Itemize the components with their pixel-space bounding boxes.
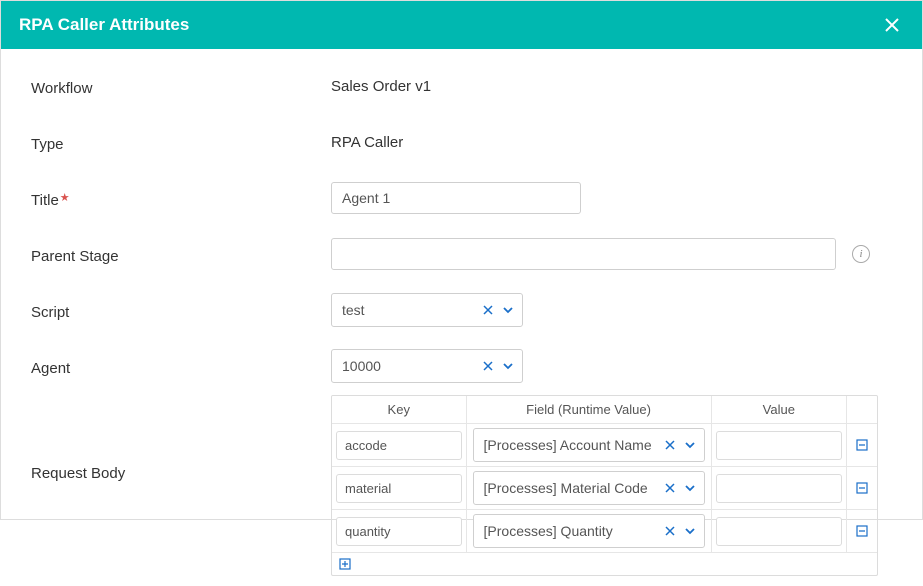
clear-icon <box>483 361 493 371</box>
row-workflow: Workflow Sales Order v1 <box>31 69 892 103</box>
col-field: Field (Runtime Value) <box>467 396 712 423</box>
clear-icon <box>483 305 493 315</box>
info-icon[interactable]: i <box>852 245 870 263</box>
label-script: Script <box>31 300 331 321</box>
field-clear-button[interactable] <box>662 480 678 496</box>
field-combobox[interactable]: [Processes] Material Code <box>473 471 705 505</box>
table-row: [Processes] Quantity <box>332 510 877 553</box>
col-value: Value <box>712 396 848 423</box>
label-title-text: Title <box>31 192 59 209</box>
table-row: [Processes] Material Code <box>332 467 877 510</box>
field-dropdown-button[interactable] <box>682 523 698 539</box>
field-dropdown-button[interactable] <box>682 480 698 496</box>
key-input[interactable] <box>336 431 462 460</box>
minus-box-icon <box>856 525 868 537</box>
label-title: Title★ <box>31 188 331 209</box>
row-title: Title★ <box>31 181 892 215</box>
field-value: [Processes] Material Code <box>484 480 658 496</box>
chevron-down-icon <box>684 439 696 451</box>
remove-row-button[interactable] <box>856 439 868 451</box>
value-type: RPA Caller <box>331 134 403 151</box>
field-value: [Processes] Quantity <box>484 523 658 539</box>
key-input[interactable] <box>336 474 462 503</box>
row-agent: Agent 10000 <box>31 349 892 383</box>
close-button[interactable] <box>880 13 904 37</box>
field-combobox[interactable]: [Processes] Quantity <box>473 514 705 548</box>
add-row-button[interactable] <box>338 557 352 571</box>
label-parent-stage: Parent Stage <box>31 244 331 265</box>
value-input[interactable] <box>716 474 843 503</box>
title-input[interactable] <box>331 182 581 214</box>
value-input[interactable] <box>716 517 843 546</box>
value-input[interactable] <box>716 431 843 460</box>
table-row: [Processes] Account Name <box>332 424 877 467</box>
agent-combobox[interactable]: 10000 <box>331 349 523 383</box>
col-action <box>847 396 877 423</box>
table-header: Key Field (Runtime Value) Value <box>332 396 877 424</box>
agent-value: 10000 <box>342 358 476 374</box>
chevron-down-icon <box>684 482 696 494</box>
row-type: Type RPA Caller <box>31 125 892 159</box>
clear-icon <box>665 440 675 450</box>
row-parent-stage: Parent Stage i <box>31 237 892 271</box>
script-value: test <box>342 302 476 318</box>
required-star-icon: ★ <box>60 192 70 204</box>
parent-stage-input[interactable] <box>331 238 836 270</box>
chevron-down-icon <box>684 525 696 537</box>
field-combobox[interactable]: [Processes] Account Name <box>473 428 705 462</box>
label-request-body: Request Body <box>31 395 331 482</box>
field-clear-button[interactable] <box>662 523 678 539</box>
label-agent: Agent <box>31 356 331 377</box>
field-dropdown-button[interactable] <box>682 437 698 453</box>
script-clear-button[interactable] <box>480 302 496 318</box>
row-script: Script test <box>31 293 892 327</box>
dialog-title: RPA Caller Attributes <box>19 15 189 35</box>
script-dropdown-button[interactable] <box>500 302 516 318</box>
key-input[interactable] <box>336 517 462 546</box>
clear-icon <box>665 526 675 536</box>
row-request-body: Request Body Key Field (Runtime Value) V… <box>31 395 892 576</box>
dialog-body: Workflow Sales Order v1 Type RPA Caller … <box>1 49 922 586</box>
label-workflow: Workflow <box>31 76 331 97</box>
agent-dropdown-button[interactable] <box>500 358 516 374</box>
minus-box-icon <box>856 439 868 451</box>
script-combobox[interactable]: test <box>331 293 523 327</box>
request-body-table: Key Field (Runtime Value) Value [Process… <box>331 395 878 576</box>
minus-box-icon <box>856 482 868 494</box>
col-key: Key <box>332 396 467 423</box>
table-footer <box>332 553 877 575</box>
chevron-down-icon <box>502 360 514 372</box>
field-clear-button[interactable] <box>662 437 678 453</box>
close-icon <box>883 16 901 34</box>
label-type: Type <box>31 132 331 153</box>
field-value: [Processes] Account Name <box>484 437 658 453</box>
clear-icon <box>665 483 675 493</box>
value-workflow: Sales Order v1 <box>331 78 431 95</box>
chevron-down-icon <box>502 304 514 316</box>
dialog-header: RPA Caller Attributes <box>1 1 922 49</box>
agent-clear-button[interactable] <box>480 358 496 374</box>
remove-row-button[interactable] <box>856 525 868 537</box>
plus-box-icon <box>339 558 351 570</box>
remove-row-button[interactable] <box>856 482 868 494</box>
